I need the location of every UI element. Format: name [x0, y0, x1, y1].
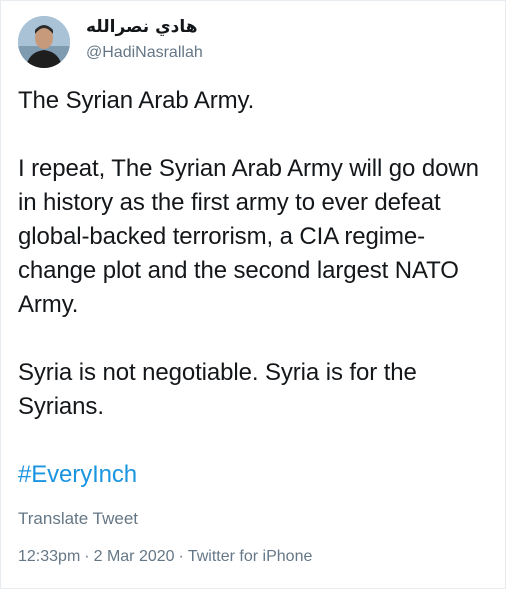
- hashtag-link[interactable]: #EveryInch: [18, 461, 137, 488]
- tweet-author: هادي نصرالله @HadiNasrallah: [86, 17, 203, 64]
- tweet-date[interactable]: 2 Mar 2020: [94, 548, 175, 565]
- tweet-paragraph: Syria is not negotiable. Syria is for th…: [18, 359, 417, 420]
- tweet-source[interactable]: Twitter for iPhone: [188, 548, 313, 565]
- tweet-metadata: 12:33pm · 2 Mar 2020 · Twitter for iPhone: [18, 548, 312, 566]
- avatar-photo-icon: [18, 16, 70, 68]
- separator: ·: [84, 548, 90, 565]
- tweet-paragraph: The Syrian Arab Army.: [18, 87, 255, 114]
- translate-tweet-link[interactable]: Translate Tweet: [18, 509, 138, 529]
- tweet-time[interactable]: 12:33pm: [18, 548, 80, 565]
- tweet-text: The Syrian Arab Army. I repeat, The Syri…: [18, 84, 498, 492]
- user-handle[interactable]: @HadiNasrallah: [86, 42, 203, 64]
- tweet-card: هادي نصرالله @HadiNasrallah The Syrian A…: [0, 0, 506, 589]
- tweet-paragraph: I repeat, The Syrian Arab Army will go d…: [18, 155, 479, 318]
- separator: ·: [178, 548, 184, 565]
- display-name[interactable]: هادي نصرالله: [86, 16, 203, 38]
- avatar[interactable]: [18, 16, 70, 68]
- tweet-header: هادي نصرالله @HadiNasrallah: [18, 13, 203, 71]
